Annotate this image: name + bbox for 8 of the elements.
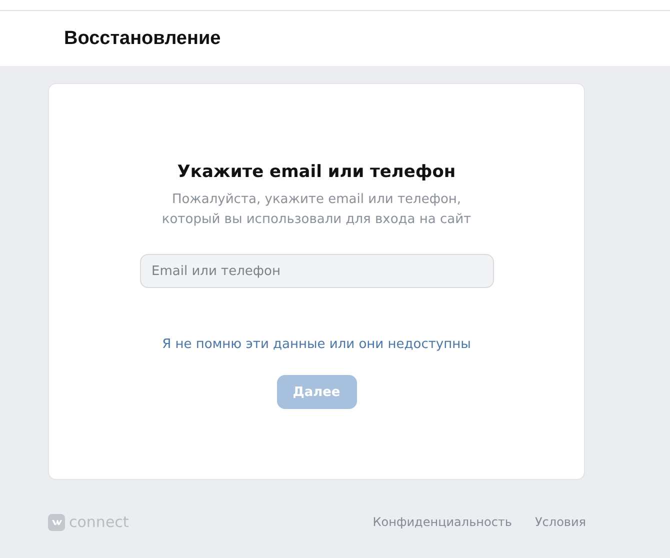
forgot-link[interactable]: Я не помню эти данные или они недоступны bbox=[162, 337, 471, 352]
logo-icon bbox=[48, 514, 65, 530]
card-subtitle: Пожалуйста, укажите email или телефон, который вы использовали для входа на сайт bbox=[160, 191, 472, 229]
footer-link[interactable]: Конфиденциальность bbox=[372, 515, 512, 529]
email-field[interactable]: Email или телефон bbox=[140, 254, 494, 288]
page-title: Восстановление bbox=[64, 28, 221, 50]
card-title: Укажите email или телефон bbox=[177, 162, 456, 182]
footer-link[interactable]: Условия bbox=[534, 515, 586, 529]
